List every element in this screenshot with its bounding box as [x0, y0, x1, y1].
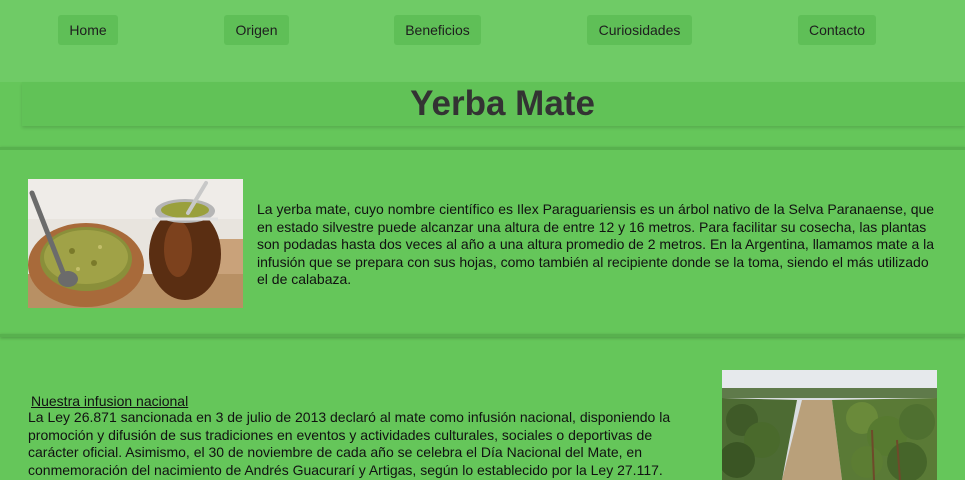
yerba-plantation-photo: [722, 370, 937, 480]
nav-contacto-link[interactable]: Contacto: [798, 15, 876, 45]
section-divider-middle: [0, 334, 965, 337]
page-title: Yerba Mate: [410, 84, 595, 123]
mate-gourd-photo: [28, 179, 243, 308]
law-paragraph: La Ley 26.871 sancionada en 3 de julio d…: [28, 409, 671, 478]
nav-curiosidades-link[interactable]: Curiosidades: [587, 15, 692, 45]
law-section-heading: Nuestra infusion nacional: [31, 393, 189, 409]
nav-home-link[interactable]: Home: [58, 15, 118, 45]
intro-paragraph: La yerba mate, cuyo nombre científico es…: [257, 201, 935, 287]
nav-beneficios-link[interactable]: Beneficios: [394, 15, 481, 45]
nav-origen-link[interactable]: Origen: [224, 15, 289, 45]
